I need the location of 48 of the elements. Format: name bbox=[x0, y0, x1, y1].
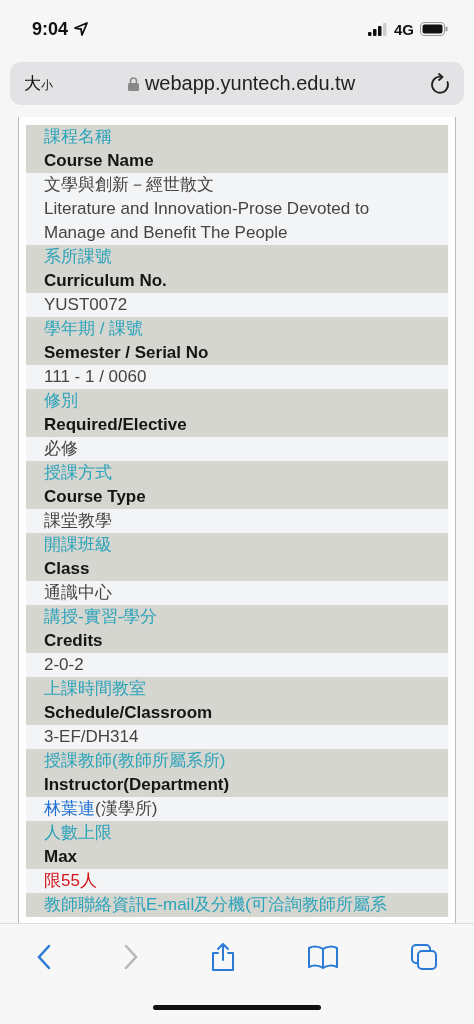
battery-icon bbox=[420, 22, 448, 36]
instructor-link[interactable]: 林葉連 bbox=[44, 799, 95, 818]
field-label-english: Instructor(Department) bbox=[44, 774, 231, 796]
field-label-chinese: 人數上限 bbox=[44, 822, 113, 844]
field-value: 必修 bbox=[44, 438, 79, 460]
field-label-chinese: 系所課號 bbox=[44, 246, 113, 268]
field-label-chinese: 教師聯絡資訊E-mail及分機(可洽詢教師所屬系 bbox=[44, 894, 388, 916]
field-label-english: Required/Elective bbox=[44, 414, 188, 436]
lock-icon bbox=[127, 76, 139, 91]
field-label-english: Schedule/Classroom bbox=[44, 702, 214, 724]
forward-icon bbox=[122, 944, 139, 970]
field-value: 課堂教學 bbox=[44, 510, 113, 532]
signal-icon bbox=[368, 22, 388, 36]
field-label-english: Class bbox=[44, 558, 91, 580]
field-label-english: Course Name bbox=[44, 150, 155, 172]
field-value: 2-0-2 bbox=[44, 654, 85, 676]
field-label-english: Semester / Serial No bbox=[44, 342, 210, 364]
field-value: YUST0072 bbox=[44, 294, 129, 316]
book-icon bbox=[307, 944, 340, 970]
location-arrow-icon bbox=[74, 22, 89, 36]
field-label-chinese: 上課時間教室 bbox=[44, 678, 147, 700]
field-value: (漢學所) bbox=[95, 799, 158, 818]
clock-time: 9:04 bbox=[32, 18, 69, 40]
back-icon bbox=[35, 944, 52, 970]
field-label-chinese: 修別 bbox=[44, 390, 79, 412]
field-value: Literature and Innovation-Prose Devoted to Manage and Benefit The People bbox=[44, 198, 371, 244]
url-text: webapp.yuntech.edu.tw bbox=[144, 72, 356, 95]
address-bar[interactable]: 大小 webapp.yuntech.edu.tw bbox=[10, 62, 464, 105]
reload-icon[interactable] bbox=[430, 72, 450, 95]
field-value: 111 - 1 / 0060 bbox=[44, 366, 148, 388]
share-icon bbox=[209, 942, 236, 972]
field-value: 文學與創新－經世散文 bbox=[44, 174, 215, 196]
field-label-english: Max bbox=[44, 846, 79, 868]
field-value: 通識中心 bbox=[44, 582, 113, 604]
field-label-chinese: 講授-實習-學分 bbox=[44, 606, 159, 628]
field-label-chinese: 學年期 / 課號 bbox=[44, 318, 145, 340]
field-label-chinese: 授課方式 bbox=[44, 462, 113, 484]
field-label-english: Credits bbox=[44, 630, 104, 652]
field-label-english: Curriculum No. bbox=[44, 270, 168, 292]
text-size-button[interactable]: 大小 bbox=[24, 72, 53, 95]
field-label-chinese: 授課教師(教師所屬系所) bbox=[44, 750, 227, 772]
network-type: 4G bbox=[394, 20, 414, 38]
field-label-english: Course Type bbox=[44, 486, 147, 508]
field-label-chinese: 開課班級 bbox=[44, 534, 113, 556]
tabs-icon bbox=[410, 943, 439, 971]
field-value: 限55人 bbox=[44, 870, 98, 892]
field-value: 3-EF/DH314 bbox=[44, 726, 140, 748]
field-label-chinese: 課程名稱 bbox=[44, 126, 113, 148]
